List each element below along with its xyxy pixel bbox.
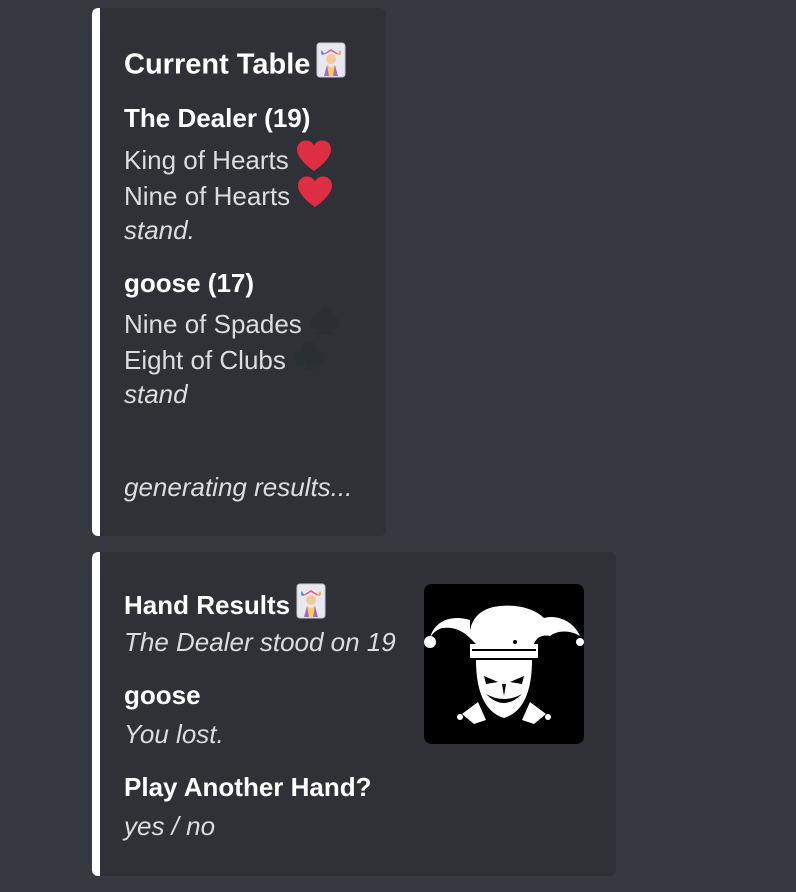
hand-results-title-text: Hand Results bbox=[124, 589, 291, 620]
dealer-card-1-text: King of Hearts bbox=[124, 144, 289, 175]
current-table-title: Current Table bbox=[124, 44, 346, 88]
joker-card-icon bbox=[296, 583, 326, 627]
hand-results-title: Hand Results bbox=[124, 585, 326, 629]
joker-card-icon bbox=[316, 42, 346, 86]
player-heading: goose (17) bbox=[124, 268, 255, 298]
jester-mask-icon bbox=[424, 584, 584, 744]
player-action: stand bbox=[124, 379, 188, 409]
dealer-heading: The Dealer (19) bbox=[124, 103, 311, 133]
play-again-heading: Play Another Hand? bbox=[124, 772, 372, 802]
play-again-options: yes / no bbox=[124, 811, 216, 841]
player-card-1-text: Nine of Spades bbox=[124, 308, 302, 339]
player-outcome: You lost. bbox=[124, 719, 224, 749]
status-footer: generating results... bbox=[124, 472, 353, 502]
dealer-card-2-text: Nine of Hearts bbox=[124, 180, 291, 211]
current-table-title-text: Current Table bbox=[124, 48, 311, 81]
player-card-2-text: Eight of Clubs bbox=[124, 344, 286, 375]
jester-thumbnail bbox=[424, 584, 584, 744]
dealer-summary: The Dealer stood on 19 bbox=[124, 627, 396, 657]
club-icon bbox=[292, 339, 326, 381]
heart-icon bbox=[296, 175, 334, 217]
dealer-action: stand. bbox=[124, 215, 195, 245]
current-table-embed: Current Table The Dealer (19) King of He… bbox=[92, 8, 386, 536]
hand-results-embed: Hand Results The Dealer stood on 19 goos… bbox=[92, 552, 616, 876]
player-name: goose bbox=[124, 680, 201, 710]
